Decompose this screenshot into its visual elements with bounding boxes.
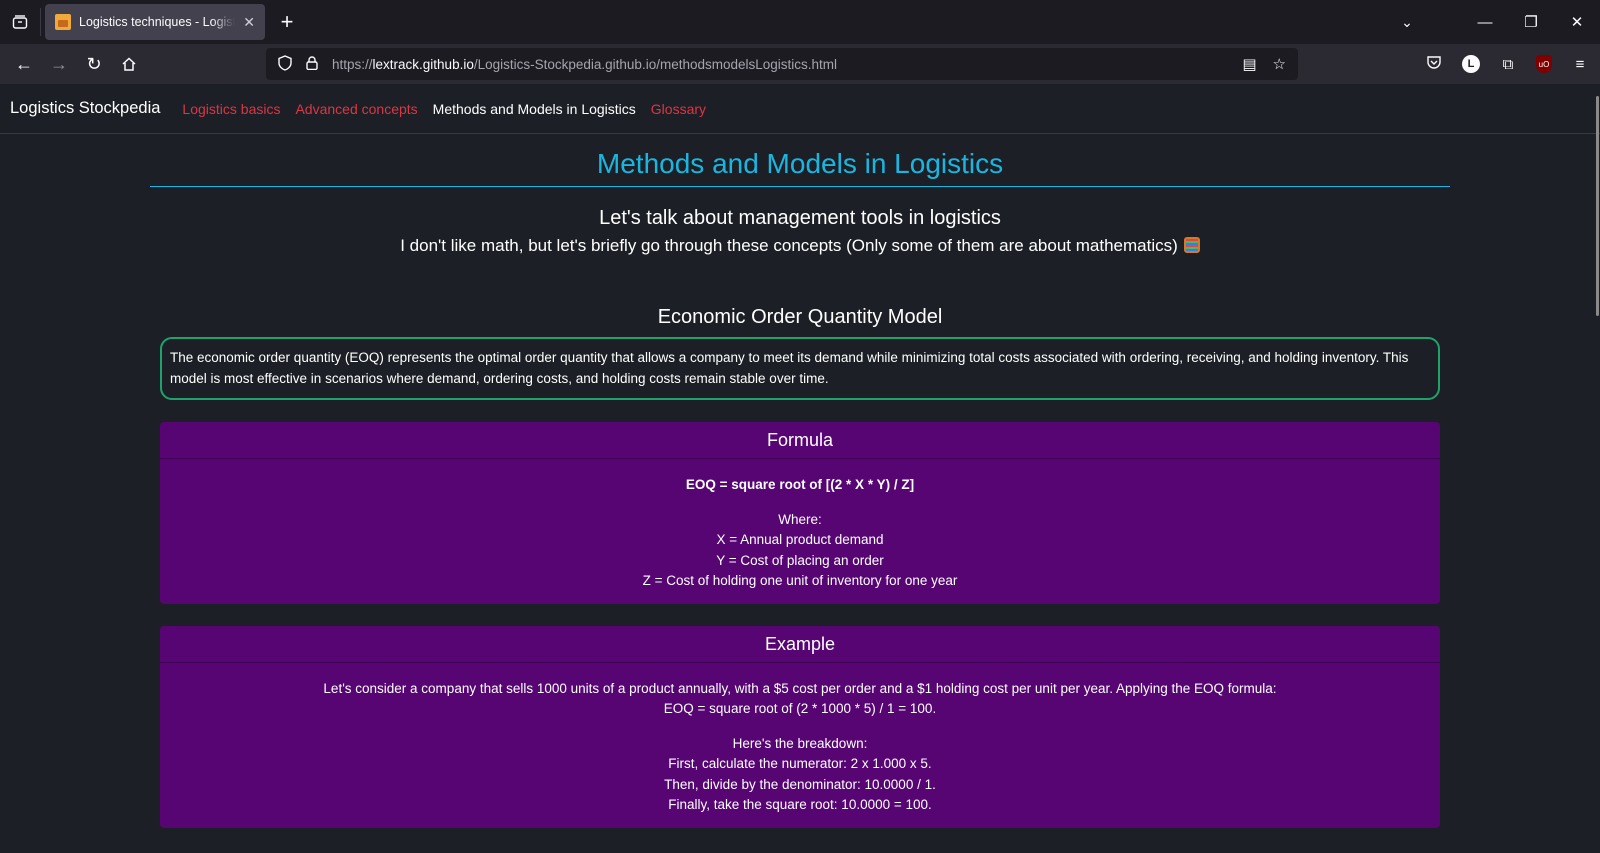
ublock-origin-icon[interactable]: uO (1536, 55, 1552, 73)
formula-var-z: Z = Cost of holding one unit of inventor… (642, 573, 958, 588)
tabbar-separator (40, 8, 41, 36)
formula-var-x: X = Annual product demand (716, 532, 884, 547)
close-window-icon[interactable]: ✕ (1554, 13, 1600, 31)
minimize-icon[interactable]: — (1462, 14, 1508, 31)
section-title-eoq: Economic Order Quantity Model (657, 306, 943, 328)
intro-subheading: I don't like math, but let's briefly go … (150, 236, 1450, 256)
restore-icon[interactable]: ❐ (1508, 13, 1554, 31)
example-line-2: EOQ = square root of (2 * 1000 * 5) / 1 … (663, 701, 937, 716)
nav-link-logistics-basics[interactable]: Logistics basics (182, 101, 280, 117)
bookmark-star-icon[interactable]: ☆ (1273, 55, 1286, 73)
lock-icon[interactable] (306, 55, 318, 73)
example-card: Example Let's consider a company that se… (160, 625, 1440, 828)
abacus-icon (1183, 237, 1200, 253)
back-icon[interactable]: ← (8, 48, 40, 80)
tracking-protection-shield-icon[interactable] (278, 54, 292, 74)
formula-where: Where: (778, 511, 822, 527)
scrollbar-thumb[interactable] (1596, 96, 1599, 316)
list-all-tabs-icon[interactable]: ⌄ (1382, 14, 1432, 31)
breakdown-step-2: Then, divide by the denominator: 10.0000… (664, 776, 936, 792)
nav-link-glossary[interactable]: Glossary (651, 101, 706, 117)
tab-title: Logistics techniques - Logistics Stockpe… (79, 15, 236, 29)
site-navbar: Logistics Stockpedia Logistics basics Ad… (0, 84, 1600, 134)
breakdown-step-3: Finally, take the square root: 10.0000 =… (668, 797, 932, 812)
nav-link-methods-models[interactable]: Methods and Models in Logistics (433, 101, 636, 117)
formula-var-y: Y = Cost of placing an order (716, 552, 884, 568)
formula-card: Formula EOQ = square root of [(2 * X * Y… (160, 422, 1440, 604)
forward-icon[interactable]: → (43, 48, 75, 80)
url-bar-icons: ▤ ☆ (1242, 55, 1286, 73)
menu-hamburger-icon[interactable]: ≡ (1570, 56, 1590, 73)
tab-close-icon[interactable]: ✕ (243, 14, 255, 31)
url-text[interactable]: https://lextrack.github.io/Logistics-Sto… (332, 57, 1242, 72)
nav-link-advanced-concepts[interactable]: Advanced concepts (295, 101, 417, 117)
url-host: lextrack.github.io (372, 56, 474, 72)
url-prefix: https:// (332, 56, 373, 72)
site-brand[interactable]: Logistics Stockpedia (10, 99, 160, 118)
example-breakdown: Here's the breakdown: First, calculate t… (170, 734, 1430, 816)
breakdown-step-1: First, calculate the numerator: 2 x 1.00… (668, 756, 932, 771)
reader-view-icon[interactable]: ▤ (1242, 55, 1256, 73)
url-path: /Logistics-Stockpedia.github.io/methodsm… (473, 56, 838, 72)
reload-icon[interactable]: ↻ (78, 48, 110, 80)
formula-card-header: Formula (160, 422, 1440, 459)
browser-tab-active[interactable]: Logistics techniques - Logistics Stockpe… (45, 4, 265, 40)
example-line-1: Let's consider a company that sells 1000… (323, 680, 1277, 696)
profile-avatar[interactable]: L (1462, 55, 1480, 73)
home-icon[interactable] (113, 48, 145, 80)
breakdown-heading: Here's the breakdown: (732, 735, 868, 751)
browser-navbar: ← → ↻ https://lextrack.github.io/Logisti… (0, 44, 1600, 84)
main-content: Methods and Models in Logistics Let's ta… (150, 134, 1450, 828)
new-tab-button[interactable]: + (269, 4, 305, 40)
toolbar-right: L ⧉ uO ≡ (1424, 54, 1590, 74)
site-favicon-icon (55, 14, 71, 30)
eoq-formula: EOQ = square root of [(2 * X * Y) / Z] (685, 477, 915, 492)
tab-list-icon[interactable] (0, 0, 40, 44)
eoq-description: The economic order quantity (EOQ) repres… (170, 350, 1409, 386)
eoq-description-box: The economic order quantity (EOQ) repres… (160, 337, 1440, 400)
example-card-body: Let's consider a company that sells 1000… (160, 663, 1440, 828)
extensions-puzzle-icon[interactable]: ⧉ (1498, 56, 1518, 73)
url-bar[interactable]: https://lextrack.github.io/Logistics-Sto… (266, 48, 1298, 80)
intro-heading: Let's talk about management tools in log… (599, 207, 1001, 229)
window-controls: ⌄ — ❐ ✕ (1382, 0, 1600, 44)
example-card-header: Example (160, 626, 1440, 663)
example-intro: Let's consider a company that sells 1000… (170, 679, 1430, 720)
browser-tabbar: Logistics techniques - Logistics Stockpe… (0, 0, 1600, 44)
page-scrollbar[interactable] (1594, 96, 1600, 853)
intro-subheading-text: I don't like math, but let's briefly go … (400, 236, 1178, 255)
formula-card-body: EOQ = square root of [(2 * X * Y) / Z] W… (160, 459, 1440, 604)
page-title: Methods and Models in Logistics (150, 148, 1450, 187)
pocket-icon[interactable] (1424, 54, 1444, 74)
